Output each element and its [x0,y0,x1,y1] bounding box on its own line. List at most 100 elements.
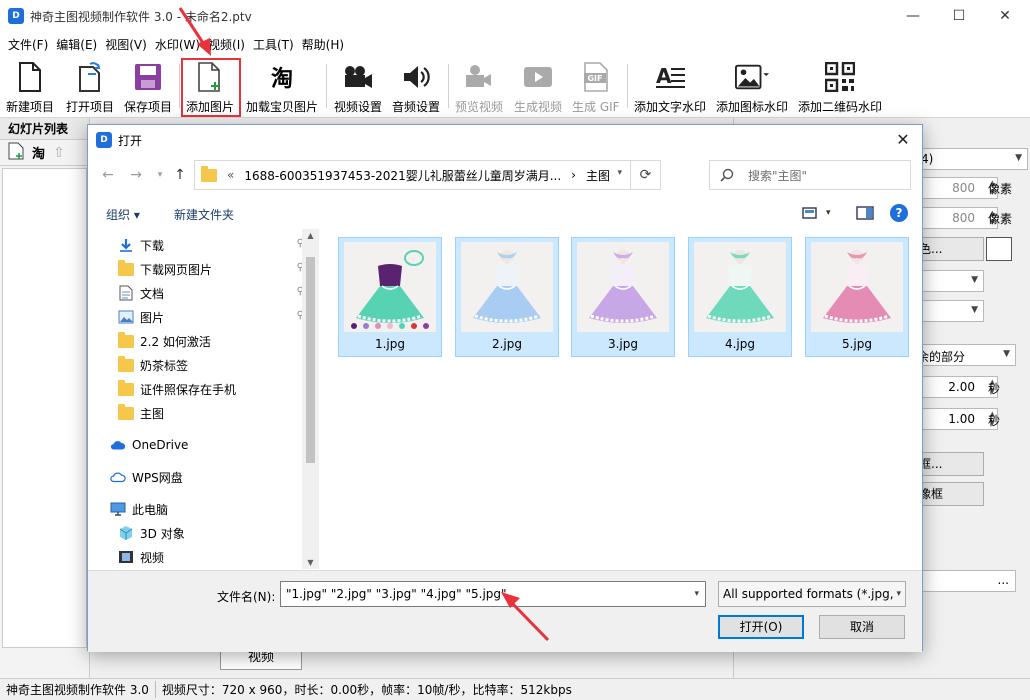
folder-icon [118,379,134,397]
3d-objects-icon [118,525,134,541]
navigation-scrollbar[interactable]: ▲ ▼ [302,229,319,569]
background-color-button[interactable]: 色... [914,237,984,261]
forward-arrow-icon[interactable]: → [126,165,146,185]
add-qr-watermark-button[interactable]: 添加二维码水印 [798,60,882,116]
taobao-slide-icon[interactable]: 淘 [32,143,45,162]
add-text-watermark-button[interactable]: A 添加文字水印 [634,60,706,116]
preview-pane-icon[interactable] [856,206,874,223]
up-arrow-icon[interactable]: ↑ [170,165,190,185]
preview-camera-icon [462,60,496,94]
file-thumbnail-item[interactable]: 5.jpg [805,237,909,357]
breadcrumb-overflow[interactable]: « [227,168,234,182]
nav-item[interactable]: OneDrive [88,433,318,457]
menu-tools[interactable]: 工具(T) [249,36,298,53]
preview-video-button[interactable]: 预览视频 [455,60,503,116]
template-combo[interactable]: 4) ▼ [914,148,1028,170]
menu-file[interactable]: 文件(F) [4,36,52,53]
fill-mode-combo[interactable]: 余的部分 ▼ [914,344,1016,366]
height-unit: 像素 [988,212,1013,226]
chevron-down-icon: ▼ [971,275,978,285]
view-mode-icon[interactable] [802,206,818,223]
nav-item[interactable]: 证件照保存在手机 [88,377,318,401]
breadcrumb-current[interactable]: 主图 [586,167,610,184]
minimize-button[interactable]: — [890,0,936,32]
scrollbar-thumb[interactable] [306,257,315,463]
nav-item[interactable]: 下载 ⚲ [88,233,318,257]
nav-item-label: 下载 [140,238,165,253]
add-slide-icon[interactable] [8,142,24,163]
width-unit: 像素 [988,182,1013,196]
slide-list-area[interactable] [2,168,87,648]
file-thumbnail-item[interactable]: 2.jpg [455,237,559,357]
recent-chevron-icon[interactable]: ▾ [150,165,170,185]
generate-gif-button[interactable]: GIF 生成 GIF [572,60,620,116]
menu-video[interactable]: 视频(I) [204,36,249,53]
cancel-button[interactable]: 取消 [819,615,905,639]
width-spinner[interactable]: 800 ▲ ▼ [914,177,998,199]
photo-frame-button[interactable]: 像框 [914,482,984,506]
nav-item[interactable]: 视频 [88,545,318,569]
open-button[interactable]: 打开(O) [718,615,804,639]
duration-spinner-1[interactable]: 2.00 ▲ ▼ [914,376,998,398]
nav-item[interactable]: 奶茶标签 [88,353,318,377]
height-spinner[interactable]: 800 ▲ ▼ [914,207,998,229]
nav-item[interactable]: 图片 ⚲ [88,305,318,329]
address-bar[interactable]: « 1688-600351937453-2021婴儿礼服蕾丝儿童周岁满月... … [194,160,661,190]
duration-spinner-2[interactable]: 1.00 ▲ ▼ [914,408,998,430]
breadcrumb-parent[interactable]: 1688-600351937453-2021婴儿礼服蕾丝儿童周岁满月... [244,167,561,184]
style-combo[interactable]: ▼ [914,270,984,292]
effect-combo[interactable]: ▼ [914,300,984,322]
move-up-icon[interactable]: ⇧ [53,145,65,161]
nav-item-label: 图片 [140,310,165,325]
generate-video-button[interactable]: 生成视频 [514,60,562,116]
nav-item[interactable]: WPS网盘 [88,465,318,489]
view-mode-chevron-icon[interactable]: ▾ [826,208,831,218]
menu-view[interactable]: 视图(V) [101,36,151,53]
nav-item[interactable]: 主图 [88,401,318,425]
new-folder-button[interactable]: 新建文件夹 [174,206,234,223]
nav-item-label: 证件照保存在手机 [140,382,237,397]
organize-menu[interactable]: 组织 ▾ [106,206,140,223]
address-history-chevron-icon[interactable]: ▾ [617,168,622,178]
refresh-icon[interactable]: ⟳ [630,161,660,189]
breadcrumb-separator: › [571,168,576,182]
menu-edit[interactable]: 编辑(E) [52,36,101,53]
frame-button[interactable]: 框... [914,452,984,476]
nav-item[interactable]: 3D 对象 [88,521,318,545]
dialog-close-button[interactable]: ✕ [890,129,916,151]
back-arrow-icon[interactable]: ← [98,165,118,185]
browse-dots[interactable]: ... [998,573,1009,587]
audio-settings-button[interactable]: 音频设置 [392,60,440,116]
add-icon-watermark-button[interactable]: 添加图标水印 [716,60,788,116]
music-path-field[interactable]: ... [914,570,1016,592]
file-thumbnail-item[interactable]: 4.jpg [688,237,792,357]
search-box[interactable]: 搜索"主图" [709,160,911,190]
close-button[interactable]: ✕ [982,0,1028,32]
help-icon[interactable]: ? [890,204,908,222]
image-watermark-icon [735,60,769,94]
menu-watermark[interactable]: 水印(W) [151,36,204,53]
download-arrow-icon [118,237,134,253]
color-swatch[interactable] [986,237,1012,261]
menu-help[interactable]: 帮助(H) [298,36,348,53]
scroll-up-icon[interactable]: ▲ [302,231,319,240]
file-type-filter[interactable]: All supported formats (*.jpg, ▾ [718,581,906,607]
file-thumbnail-item[interactable]: 3.jpg [571,237,675,357]
nav-item[interactable]: 文档 ⚲ [88,281,318,305]
nav-item[interactable]: 此电脑 [88,497,318,521]
video-settings-button[interactable]: 视频设置 [334,60,382,116]
nav-item[interactable]: 下载网页图片 ⚲ [88,257,318,281]
filename-input[interactable]: "1.jpg" "2.jpg" "3.jpg" "4.jpg" "5.jpg" … [280,581,706,607]
duration-unit-1: 秒 [988,382,1001,396]
maximize-button[interactable]: ☐ [936,0,982,32]
new-project-button[interactable]: 新建项目 [6,60,54,116]
filename-history-chevron-icon[interactable]: ▾ [694,582,699,606]
scroll-down-icon[interactable]: ▼ [302,558,319,567]
slide-list-title: 幻灯片列表 [0,118,89,140]
save-project-button[interactable]: 保存项目 [124,60,172,116]
load-taobao-images-button[interactable]: 淘 加载宝贝图片 [246,60,318,116]
app-titlebar: D 神奇主图视频制作软件 3.0 - 未命名2.ptv — ☐ ✕ [0,0,1030,32]
file-thumbnail-item[interactable]: 1.jpg [338,237,442,357]
nav-item[interactable]: 2.2 如何激活 [88,329,318,353]
open-project-button[interactable]: 打开项目 [66,60,114,116]
